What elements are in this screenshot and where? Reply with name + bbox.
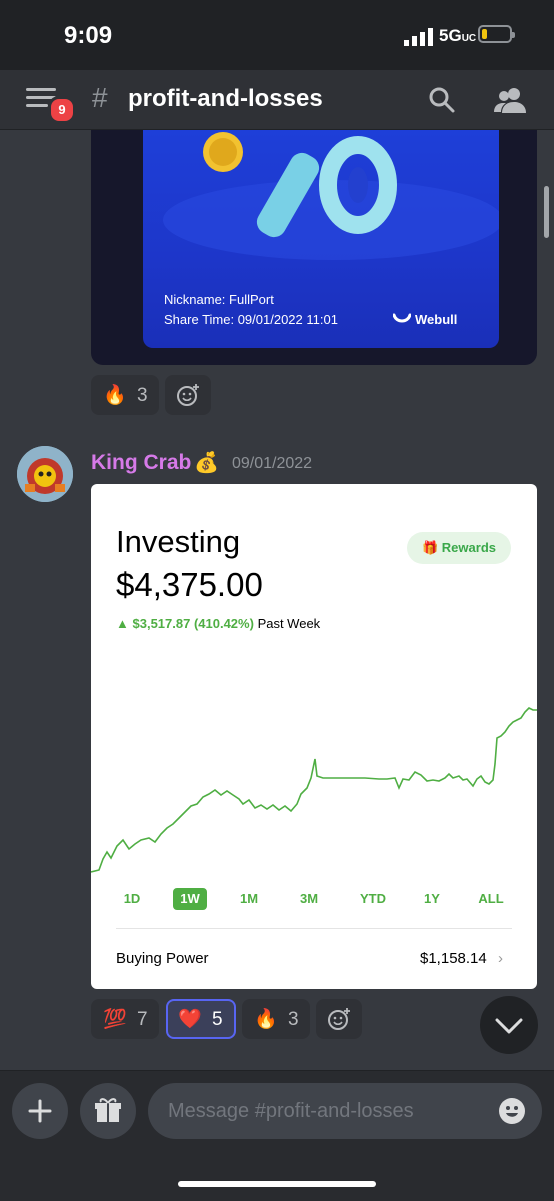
- reaction-fire[interactable]: 🔥 3: [242, 999, 310, 1039]
- change-amount: $3,517.87 (410.42%): [132, 616, 254, 631]
- chevron-right-icon: ›: [498, 950, 503, 967]
- webull-share-image[interactable]: Nickname: FullPort Share Time: 09/01/202…: [91, 130, 537, 365]
- message-placeholder: Message #profit-and-losses: [168, 1100, 414, 1122]
- jump-to-bottom-button[interactable]: [480, 996, 538, 1054]
- weekly-change: ▲ $3,517.87 (410.42%) Past Week: [116, 616, 320, 631]
- notification-badge: 9: [48, 96, 76, 124]
- fire-emoji: 🔥: [254, 1009, 278, 1030]
- gift-icon: [95, 1098, 121, 1122]
- portfolio-value: $4,375.00: [116, 566, 263, 603]
- investing-title: Investing: [116, 524, 241, 559]
- nickname-text: Nickname: FullPort: [164, 292, 274, 307]
- author-name[interactable]: King Crab: [91, 451, 191, 475]
- status-time: 9:09: [64, 22, 113, 49]
- share-time-text: Share Time: 09/01/2022 11:01: [164, 312, 338, 327]
- message-timestamp: 09/01/2022: [232, 455, 313, 472]
- webull-logo-icon: [393, 313, 411, 323]
- status-bar: 9:09 5GUC: [0, 0, 554, 70]
- battery-icon: [478, 25, 515, 43]
- buying-power-value: $1,158.14: [420, 950, 487, 967]
- channel-header: 9 # profit-and-losses: [0, 70, 554, 130]
- buying-power-label: Buying Power: [116, 950, 209, 967]
- range-1d[interactable]: 1D: [116, 888, 148, 910]
- up-arrow-icon: ▲: [116, 616, 129, 631]
- range-1y[interactable]: 1Y: [416, 888, 448, 910]
- search-icon[interactable]: [428, 86, 456, 114]
- reaction-count: 5: [212, 1009, 223, 1030]
- range-1m[interactable]: 1M: [232, 888, 266, 910]
- range-3m[interactable]: 3M: [292, 888, 326, 910]
- rewards-label: Rewards: [441, 540, 496, 555]
- add-reaction-icon: [177, 384, 199, 406]
- heart-emoji: ❤️: [178, 1009, 202, 1030]
- reaction-heart[interactable]: ❤️ 5: [166, 999, 236, 1039]
- gift-button[interactable]: [80, 1083, 136, 1139]
- add-reaction-button[interactable]: [316, 999, 362, 1039]
- hundred-emoji: 💯: [103, 1009, 127, 1030]
- change-period: Past Week: [257, 616, 321, 631]
- message-input[interactable]: Message #profit-and-losses: [148, 1083, 542, 1139]
- emoji-picker-icon[interactable]: [498, 1097, 526, 1125]
- avatar[interactable]: [17, 446, 73, 502]
- gift-icon: 🎁: [421, 540, 439, 555]
- range-all[interactable]: ALL: [472, 888, 510, 910]
- add-attachment-button[interactable]: [12, 1083, 68, 1139]
- reaction-100[interactable]: 💯 7: [91, 999, 159, 1039]
- chevron-down-icon: [495, 1018, 523, 1034]
- add-reaction-button[interactable]: [165, 375, 211, 415]
- range-1w[interactable]: 1W: [173, 888, 207, 910]
- members-icon[interactable]: [494, 86, 526, 114]
- robinhood-screenshot[interactable]: Investing $4,375.00 🎁 Rewards ▲ $3,517.8…: [91, 484, 537, 989]
- add-reaction-icon: [328, 1008, 350, 1030]
- range-ytd[interactable]: YTD: [354, 888, 392, 910]
- reaction-fire[interactable]: 🔥 3: [91, 375, 159, 415]
- portfolio-line-chart: [91, 707, 537, 873]
- channel-name[interactable]: profit-and-losses: [128, 85, 323, 113]
- webull-brand: Webull: [415, 312, 458, 327]
- reaction-count: 3: [137, 385, 148, 406]
- signal-icon: [404, 28, 433, 46]
- webull-card-inner: Nickname: FullPort Share Time: 09/01/202…: [143, 130, 499, 348]
- reaction-count: 3: [288, 1009, 299, 1030]
- plus-icon: [28, 1099, 52, 1123]
- network-label: 5GUC: [439, 26, 477, 45]
- percent-graphic: [163, 132, 499, 260]
- rewards-button[interactable]: 🎁 Rewards: [407, 532, 511, 564]
- hash-icon: #: [92, 82, 108, 113]
- scrollbar[interactable]: [544, 186, 549, 238]
- fire-emoji: 🔥: [103, 385, 127, 406]
- divider: [116, 928, 512, 929]
- money-bag-emoji: 💰: [194, 452, 219, 474]
- reaction-count: 7: [137, 1009, 148, 1030]
- home-indicator: [178, 1181, 376, 1187]
